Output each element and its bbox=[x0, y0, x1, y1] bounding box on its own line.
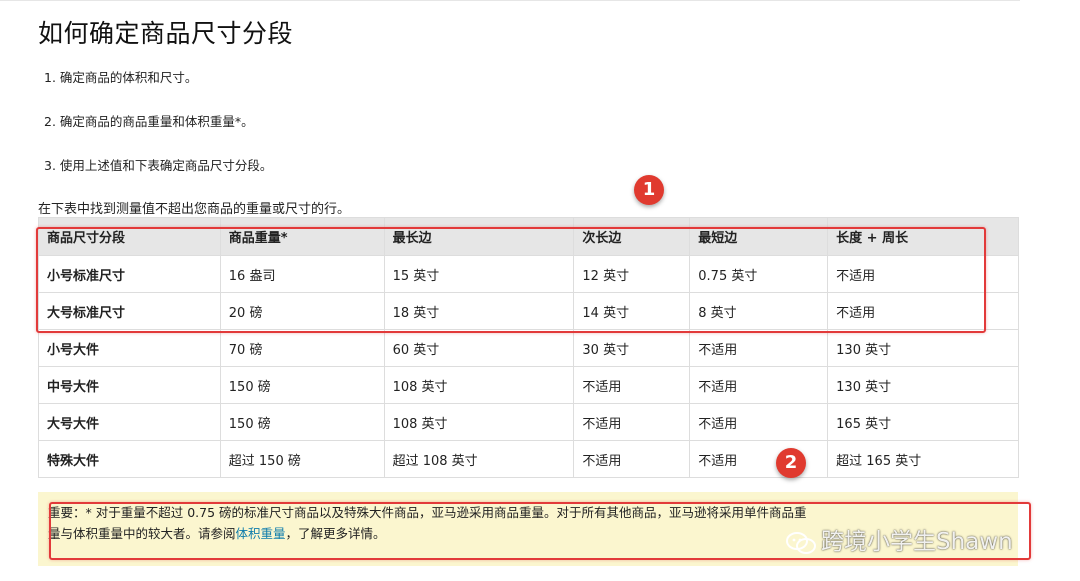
cell-tier: 特殊大件 bbox=[38, 440, 221, 478]
cell-girth: 130 英寸 bbox=[827, 366, 1019, 404]
notice-text: 重要：* 对于重量不超过 0.75 磅的标准尺寸商品以及特殊大件商品，亚马逊采用… bbox=[48, 502, 808, 544]
cell-longest: 15 英寸 bbox=[383, 255, 575, 293]
cell-weight: 20 磅 bbox=[219, 292, 385, 330]
cell-tier: 大号标准尺寸 bbox=[38, 292, 221, 330]
table-row: 小号大件 70 磅 60 英寸 30 英寸 不适用 130 英寸 bbox=[38, 329, 1019, 367]
cell-shortest: 0.75 英寸 bbox=[689, 255, 829, 293]
watermark: 跨境小学生Shawn bbox=[785, 522, 1013, 556]
step-1: 1. 确定商品的体积和尺寸。 bbox=[44, 70, 198, 85]
cell-tier: 小号大件 bbox=[38, 329, 221, 367]
cell-longest: 108 英寸 bbox=[383, 366, 575, 404]
table-intro: 在下表中找到测量值不超出您商品的重量或尺寸的行。 bbox=[38, 202, 351, 217]
cell-girth: 超过 165 英寸 bbox=[827, 440, 1019, 478]
cell-shortest: 不适用 bbox=[689, 440, 829, 478]
table-row: 大号标准尺寸 20 磅 18 英寸 14 英寸 8 英寸 不适用 bbox=[38, 292, 1019, 330]
top-divider bbox=[0, 0, 1020, 1]
page-title: 如何确定商品尺寸分段 bbox=[38, 19, 294, 48]
header-longest-side: 最长边 bbox=[383, 217, 575, 256]
notice-tail: ，了解更多详情。 bbox=[285, 526, 386, 541]
cell-tier: 中号大件 bbox=[38, 366, 221, 404]
cell-shortest: 不适用 bbox=[689, 366, 829, 404]
cell-girth: 不适用 bbox=[827, 292, 1019, 330]
volumetric-weight-link[interactable]: 体积重量 bbox=[236, 526, 286, 541]
cell-median: 14 英寸 bbox=[573, 292, 691, 330]
wechat-icon bbox=[786, 531, 816, 554]
size-tier-table: 商品尺寸分段 商品重量* 最长边 次长边 最短边 长度 + 周长 小号标准尺寸 … bbox=[38, 217, 1019, 478]
table-row: 大号大件 150 磅 108 英寸 不适用 不适用 165 英寸 bbox=[38, 403, 1019, 441]
cell-longest: 108 英寸 bbox=[383, 403, 575, 441]
notice-lead: 重要： bbox=[48, 505, 86, 520]
cell-median: 12 英寸 bbox=[573, 255, 691, 293]
cell-median: 不适用 bbox=[573, 366, 691, 404]
cell-median: 30 英寸 bbox=[573, 329, 691, 367]
cell-shortest: 8 英寸 bbox=[689, 292, 829, 330]
table-header-row: 商品尺寸分段 商品重量* 最长边 次长边 最短边 长度 + 周长 bbox=[38, 217, 1019, 256]
table-row: 特殊大件 超过 150 磅 超过 108 英寸 不适用 不适用 超过 165 英… bbox=[38, 440, 1019, 478]
header-shortest-side: 最短边 bbox=[689, 217, 829, 256]
header-weight: 商品重量* bbox=[219, 217, 385, 256]
cell-weight: 150 磅 bbox=[219, 403, 385, 441]
table-row: 小号标准尺寸 16 盎司 15 英寸 12 英寸 0.75 英寸 不适用 bbox=[38, 255, 1019, 293]
cell-weight: 70 磅 bbox=[219, 329, 385, 367]
cell-girth: 130 英寸 bbox=[827, 329, 1019, 367]
header-median-side: 次长边 bbox=[573, 217, 691, 256]
cell-weight: 超过 150 磅 bbox=[219, 440, 385, 478]
step-2: 2. 确定商品的商品重量和体积重量*。 bbox=[44, 114, 254, 129]
cell-weight: 150 磅 bbox=[219, 366, 385, 404]
cell-median: 不适用 bbox=[573, 403, 691, 441]
annotation-badge-1: 1 bbox=[634, 175, 664, 205]
cell-median: 不适用 bbox=[573, 440, 691, 478]
cell-tier: 大号大件 bbox=[38, 403, 221, 441]
header-length-girth: 长度 + 周长 bbox=[827, 217, 1019, 256]
cell-girth: 165 英寸 bbox=[827, 403, 1019, 441]
cell-shortest: 不适用 bbox=[689, 403, 829, 441]
cell-longest: 超过 108 英寸 bbox=[383, 440, 575, 478]
cell-shortest: 不适用 bbox=[689, 329, 829, 367]
annotation-badge-2: 2 bbox=[776, 448, 806, 478]
cell-tier: 小号标准尺寸 bbox=[38, 255, 221, 293]
cell-weight: 16 盎司 bbox=[219, 255, 385, 293]
cell-longest: 60 英寸 bbox=[383, 329, 575, 367]
cell-longest: 18 英寸 bbox=[383, 292, 575, 330]
table-row: 中号大件 150 磅 108 英寸 不适用 不适用 130 英寸 bbox=[38, 366, 1019, 404]
watermark-text: 跨境小学生Shawn bbox=[821, 529, 1013, 555]
cell-girth: 不适用 bbox=[827, 255, 1019, 293]
header-size-tier: 商品尺寸分段 bbox=[38, 217, 221, 256]
notice-body: * 对于重量不超过 0.75 磅的标准尺寸商品以及特殊大件商品，亚马逊采用商品重… bbox=[48, 505, 807, 541]
step-3: 3. 使用上述值和下表确定商品尺寸分段。 bbox=[44, 158, 273, 173]
